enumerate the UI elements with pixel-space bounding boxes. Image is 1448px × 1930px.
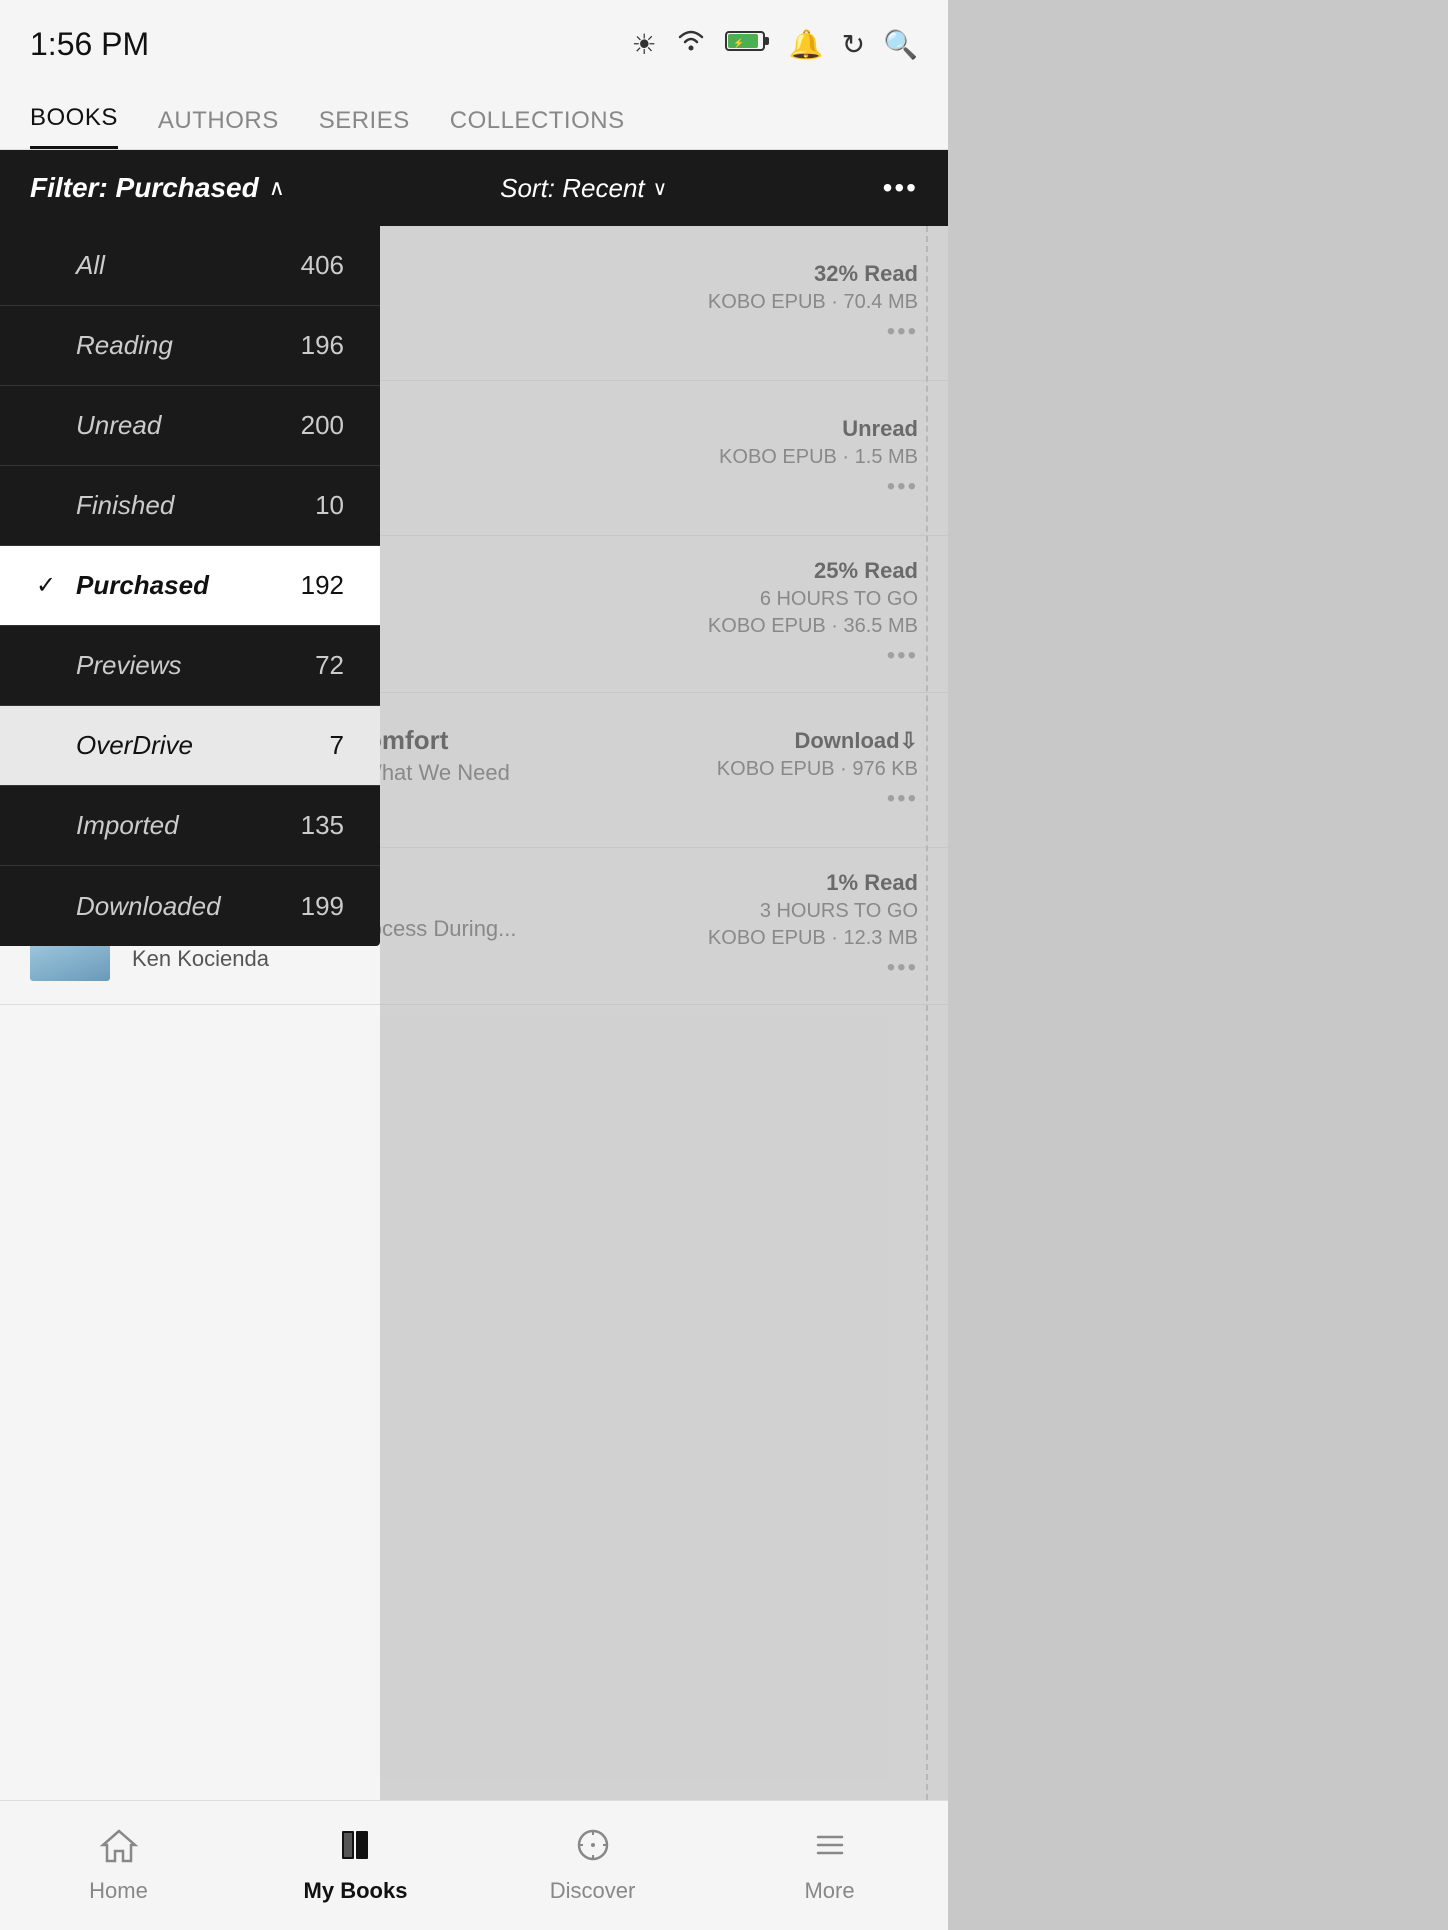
option-count: 199: [301, 891, 344, 922]
filter-option-downloaded[interactable]: Downloaded 199: [0, 866, 380, 946]
search-icon[interactable]: 🔍: [883, 28, 918, 61]
option-count: 72: [315, 650, 344, 681]
option-label: Downloaded: [76, 891, 221, 922]
check-icon: [36, 732, 60, 760]
option-label: Unread: [76, 410, 161, 441]
nav-discover-label: Discover: [550, 1878, 636, 1904]
filter-option-purchased[interactable]: ✓ Purchased 192: [0, 546, 380, 626]
option-label: OverDrive: [76, 730, 193, 761]
check-icon: [36, 812, 60, 840]
option-count: 135: [301, 810, 344, 841]
tab-authors[interactable]: AUTHORS: [158, 107, 279, 149]
status-icons: ☀ ⚡ 🔔 ↻ 🔍: [632, 28, 918, 61]
option-label: Reading: [76, 330, 173, 361]
filter-option-previews[interactable]: Previews 72: [0, 626, 380, 706]
filter-option-unread[interactable]: Unread 200: [0, 386, 380, 466]
filter-option-imported[interactable]: Imported 135: [0, 786, 380, 866]
option-label: All: [76, 250, 105, 281]
option-count: 7: [330, 730, 344, 761]
sort-button[interactable]: Sort: Recent ∨: [500, 173, 667, 204]
nav-home[interactable]: Home: [0, 1801, 237, 1930]
option-label: Imported: [76, 810, 179, 841]
discover-icon: [573, 1827, 613, 1872]
option-label: Previews: [76, 650, 181, 681]
dropdown-overlay: [380, 226, 948, 1800]
tab-collections[interactable]: COLLECTIONS: [450, 107, 625, 149]
filter-label: Filter: Purchased: [30, 172, 259, 204]
bottom-nav: Home My Books Discover: [0, 1800, 948, 1930]
filter-option-finished[interactable]: Finished 10: [0, 466, 380, 546]
sync-icon[interactable]: ↻: [842, 28, 865, 61]
battery-icon: ⚡: [725, 28, 771, 61]
filter-bar: Filter: Purchased ∧ Sort: Recent ∨ •••: [0, 150, 948, 226]
option-count: 200: [301, 410, 344, 441]
nav-more-label: More: [804, 1878, 854, 1904]
tab-bar: BOOKS AUTHORS SERIES COLLECTIONS: [0, 80, 948, 150]
check-icon: [36, 652, 60, 680]
tab-books[interactable]: BOOKS: [30, 104, 118, 149]
tab-series[interactable]: SERIES: [319, 107, 410, 149]
option-label: Purchased: [76, 570, 209, 601]
check-icon: [36, 332, 60, 360]
status-time: 1:56 PM: [30, 26, 149, 63]
check-icon: [36, 412, 60, 440]
home-icon: [99, 1827, 139, 1872]
option-count: 406: [301, 250, 344, 281]
option-count: 10: [315, 490, 344, 521]
check-icon: [36, 252, 60, 280]
notification-icon[interactable]: 🔔: [789, 28, 824, 61]
wifi-icon: [675, 28, 707, 60]
check-icon: [36, 892, 60, 920]
check-icon: ✓: [36, 571, 60, 600]
nav-discover[interactable]: Discover: [474, 1801, 711, 1930]
more-icon: [810, 1827, 850, 1872]
filter-option-overdrive[interactable]: OverDrive 7: [0, 706, 380, 786]
nav-my-books-label: My Books: [304, 1878, 408, 1904]
brightness-icon: ☀: [632, 28, 657, 61]
nav-my-books[interactable]: My Books: [237, 1801, 474, 1930]
sort-label: Sort: Recent: [500, 173, 645, 204]
filter-button[interactable]: Filter: Purchased ∧: [30, 172, 285, 204]
filter-dropdown: All 406 Reading 196 Unread 200 Finished: [0, 226, 380, 946]
filter-chevron-icon: ∧: [269, 175, 285, 201]
status-bar: 1:56 PM ☀ ⚡ 🔔 ↻ 🔍: [0, 0, 948, 80]
filter-option-reading[interactable]: Reading 196: [0, 306, 380, 386]
check-icon: [36, 492, 60, 520]
filter-option-all[interactable]: All 406: [0, 226, 380, 306]
option-count: 192: [301, 570, 344, 601]
sort-chevron-icon: ∨: [653, 176, 668, 201]
option-count: 196: [301, 330, 344, 361]
books-icon: [336, 1827, 376, 1872]
nav-home-label: Home: [89, 1878, 148, 1904]
svg-text:⚡: ⚡: [733, 37, 744, 49]
nav-more[interactable]: More: [711, 1801, 948, 1930]
more-options-button[interactable]: •••: [883, 172, 918, 204]
option-label: Finished: [76, 490, 174, 521]
